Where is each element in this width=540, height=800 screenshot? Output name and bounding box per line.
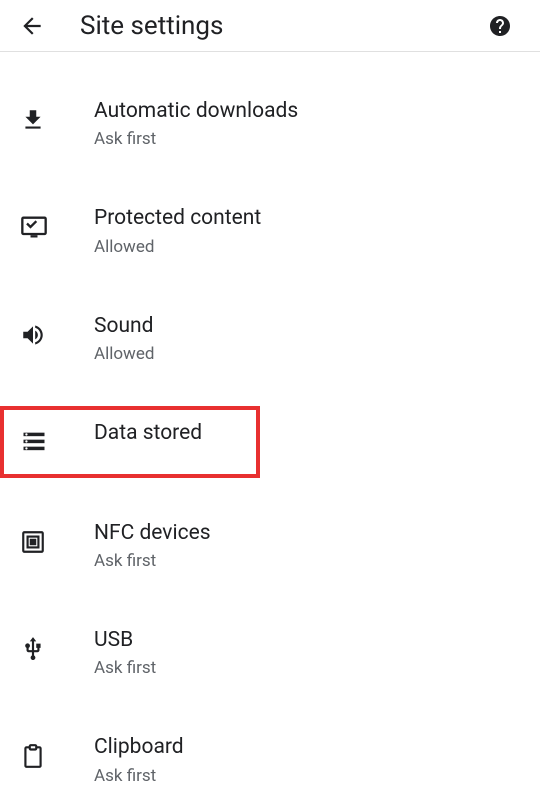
- help-icon: [488, 14, 512, 38]
- setting-text: USB Ask first: [94, 627, 156, 678]
- sound-icon: [20, 315, 60, 355]
- protected-icon: [20, 207, 60, 247]
- setting-title: Sound: [94, 313, 154, 340]
- setting-text: NFC devices Ask first: [94, 520, 211, 571]
- setting-item-data-stored[interactable]: Data stored: [0, 406, 260, 478]
- setting-subtitle: Allowed: [94, 344, 154, 364]
- setting-title: Automatic downloads: [94, 98, 298, 125]
- usb-icon: [20, 629, 60, 669]
- nfc-icon: [20, 522, 60, 562]
- setting-item-nfc-devices[interactable]: NFC devices Ask first: [0, 506, 540, 585]
- data-icon: [20, 422, 60, 462]
- setting-item-clipboard[interactable]: Clipboard Ask first: [0, 720, 540, 799]
- arrow-back-icon: [19, 13, 45, 39]
- setting-text: Automatic downloads Ask first: [94, 98, 298, 149]
- download-icon: [20, 100, 60, 140]
- setting-subtitle: Ask first: [94, 766, 184, 786]
- settings-list: Automatic downloads Ask first Protected …: [0, 52, 540, 800]
- setting-title: Data stored: [94, 420, 202, 447]
- back-button[interactable]: [12, 6, 52, 46]
- setting-title: NFC devices: [94, 520, 211, 547]
- setting-text: Clipboard Ask first: [94, 734, 184, 785]
- setting-item-protected-content[interactable]: Protected content Allowed: [0, 191, 540, 270]
- setting-title: Clipboard: [94, 734, 184, 761]
- setting-title: USB: [94, 627, 156, 654]
- setting-subtitle: Ask first: [94, 129, 298, 149]
- setting-subtitle: Ask first: [94, 658, 156, 678]
- page-title: Site settings: [80, 11, 486, 41]
- setting-item-sound[interactable]: Sound Allowed: [0, 299, 540, 378]
- clipboard-icon: [20, 736, 60, 776]
- setting-text: Data stored: [94, 420, 202, 447]
- setting-subtitle: Allowed: [94, 237, 261, 257]
- setting-item-automatic-downloads[interactable]: Automatic downloads Ask first: [0, 84, 540, 163]
- setting-title: Protected content: [94, 205, 261, 232]
- header: Site settings: [0, 0, 540, 52]
- setting-text: Protected content Allowed: [94, 205, 261, 256]
- setting-item-usb[interactable]: USB Ask first: [0, 613, 540, 692]
- setting-text: Sound Allowed: [94, 313, 154, 364]
- help-button[interactable]: [486, 12, 514, 40]
- setting-subtitle: Ask first: [94, 551, 211, 571]
